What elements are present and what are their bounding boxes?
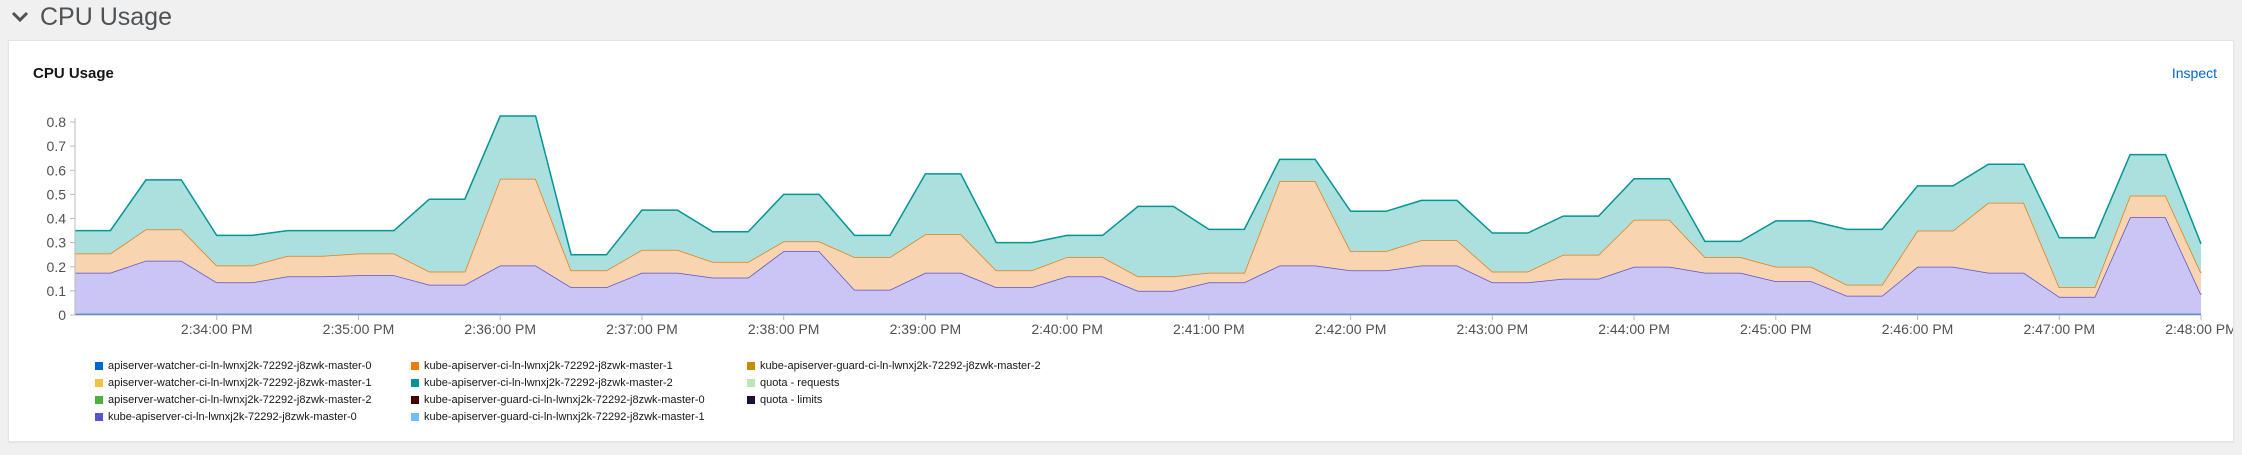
legend-label: kube-apiserver-guard-ci-ln-lwnxj2k-72292…: [424, 393, 705, 406]
y-tick-label: 0.2: [47, 259, 67, 275]
legend-item[interactable]: apiserver-watcher-ci-ln-lwnxj2k-72292-j8…: [95, 357, 411, 374]
legend-item[interactable]: kube-apiserver-guard-ci-ln-lwnxj2k-72292…: [747, 357, 1067, 374]
legend-swatch: [95, 378, 103, 387]
legend-item[interactable]: kube-apiserver-ci-ln-lwnxj2k-72292-j8zwk…: [411, 374, 747, 391]
y-tick-label: 0.7: [47, 138, 67, 154]
y-tick-label: 0.8: [47, 114, 67, 130]
legend-label: kube-apiserver-guard-ci-ln-lwnxj2k-72292…: [760, 359, 1041, 372]
legend-swatch: [747, 378, 755, 387]
legend-label: kube-apiserver-ci-ln-lwnxj2k-72292-j8zwk…: [424, 359, 673, 372]
section-header[interactable]: CPU Usage: [10, 0, 172, 34]
x-tick-label: 2:36:00 PM: [464, 321, 536, 337]
y-tick-label: 0: [58, 307, 66, 323]
x-tick-label: 2:34:00 PM: [181, 321, 253, 337]
y-tick-label: 0.1: [47, 283, 67, 299]
legend-label: quota - requests: [760, 376, 840, 389]
legend-label: kube-apiserver-ci-ln-lwnxj2k-72292-j8zwk…: [108, 410, 357, 423]
y-tick-label: 0.3: [47, 235, 67, 251]
x-tick-label: 2:37:00 PM: [606, 321, 678, 337]
x-tick-label: 2:43:00 PM: [1457, 321, 1529, 337]
legend-swatch: [95, 412, 103, 421]
legend-item[interactable]: apiserver-watcher-ci-ln-lwnxj2k-72292-j8…: [95, 374, 411, 391]
x-tick-label: 2:48:00 PM: [2165, 321, 2233, 337]
y-tick-label: 0.6: [47, 162, 67, 178]
legend-swatch: [747, 361, 755, 370]
legend-swatch: [95, 361, 103, 370]
legend-label: quota - limits: [760, 393, 823, 406]
y-tick-label: 0.5: [47, 186, 67, 202]
y-tick-label: 0.4: [47, 211, 67, 227]
x-tick-label: 2:38:00 PM: [748, 321, 820, 337]
legend-item[interactable]: kube-apiserver-ci-ln-lwnxj2k-72292-j8zwk…: [411, 357, 747, 374]
legend-item[interactable]: quota - requests: [747, 374, 1067, 391]
x-tick-label: 2:47:00 PM: [2023, 321, 2095, 337]
section-title: CPU Usage: [40, 2, 172, 31]
chevron-down-icon[interactable]: [10, 7, 30, 27]
x-tick-label: 2:35:00 PM: [323, 321, 395, 337]
x-tick-label: 2:42:00 PM: [1315, 321, 1387, 337]
legend-label: apiserver-watcher-ci-ln-lwnxj2k-72292-j8…: [108, 359, 372, 372]
legend-label: kube-apiserver-guard-ci-ln-lwnxj2k-72292…: [424, 410, 705, 423]
x-tick-label: 2:41:00 PM: [1173, 321, 1245, 337]
legend-item[interactable]: kube-apiserver-guard-ci-ln-lwnxj2k-72292…: [411, 408, 747, 425]
legend-swatch: [95, 395, 103, 404]
legend-item[interactable]: apiserver-watcher-ci-ln-lwnxj2k-72292-j8…: [95, 391, 411, 408]
cpu-usage-card: CPU Usage Inspect 0 0.1 0.2 0.3 0.4 0.5 0.6 0.7…: [8, 40, 2234, 442]
legend-label: kube-apiserver-ci-ln-lwnxj2k-72292-j8zwk…: [424, 376, 673, 389]
legend-swatch: [411, 395, 419, 404]
x-tick-label: 2:45:00 PM: [1740, 321, 1812, 337]
x-tick-label: 2:46:00 PM: [1882, 321, 1954, 337]
cpu-usage-chart: 0 0.1 0.2 0.3 0.4 0.5 0.6 0.7 0.8 2:34:00 PM 2:35:…: [47, 114, 2233, 337]
legend-label: apiserver-watcher-ci-ln-lwnxj2k-72292-j8…: [108, 393, 372, 406]
legend-label: apiserver-watcher-ci-ln-lwnxj2k-72292-j8…: [108, 376, 372, 389]
x-tick-label: 2:39:00 PM: [890, 321, 962, 337]
legend-item[interactable]: quota - limits: [747, 391, 1067, 408]
legend-item[interactable]: kube-apiserver-ci-ln-lwnxj2k-72292-j8zwk…: [95, 408, 411, 425]
legend-swatch: [411, 412, 419, 421]
x-tick-label: 2:44:00 PM: [1598, 321, 1670, 337]
legend-swatch: [411, 361, 419, 370]
legend-swatch: [747, 395, 755, 404]
x-tick-label: 2:40:00 PM: [1031, 321, 1103, 337]
legend-item[interactable]: kube-apiserver-guard-ci-ln-lwnxj2k-72292…: [411, 391, 747, 408]
chart-legend: apiserver-watcher-ci-ln-lwnxj2k-72292-j8…: [95, 357, 1067, 425]
legend-swatch: [411, 378, 419, 387]
